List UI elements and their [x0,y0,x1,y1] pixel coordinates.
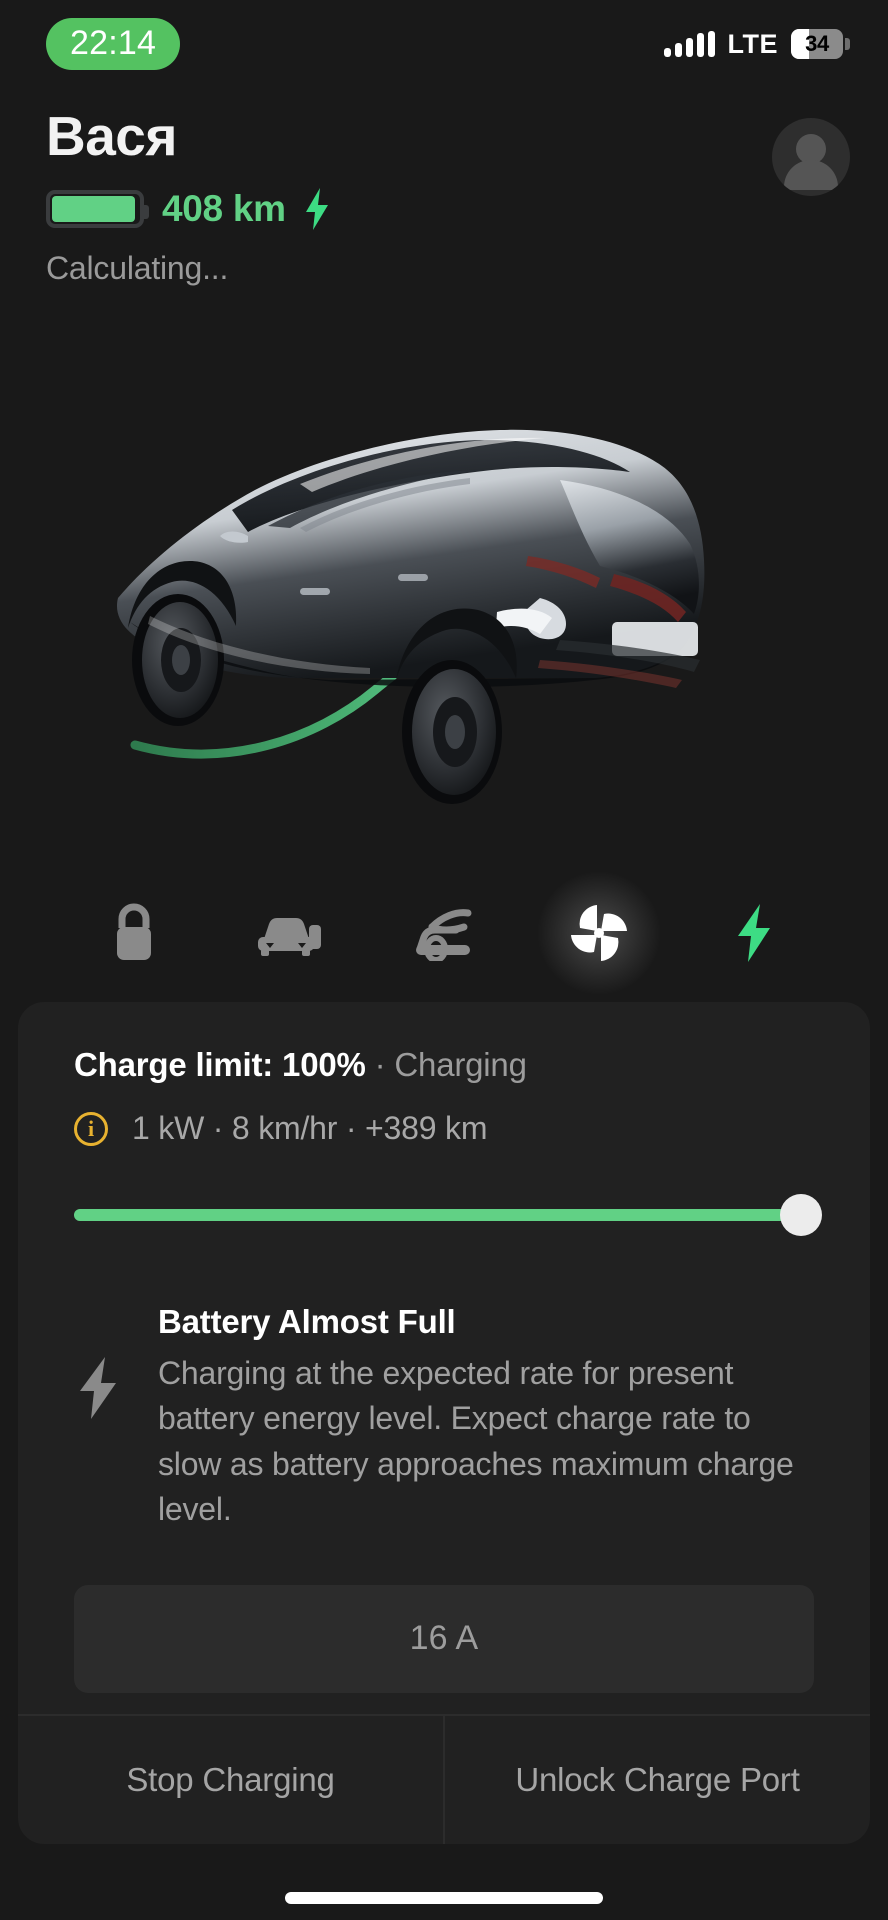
charge-stats-row: i 1 kW · 8 km/hr · +389 km [74,1110,814,1147]
charging-bolt-icon [305,187,328,230]
charge-limit-label: Charge limit: 100% [74,1046,366,1083]
charge-limit-row: Charge limit: 100% · Charging [74,1046,814,1084]
status-time: 22:14 [46,18,181,70]
frunk-button[interactable] [389,878,499,988]
quick-controls [0,872,888,994]
avatar[interactable] [772,118,850,196]
frunk-icon [415,909,472,961]
charge-message-title: Battery Almost Full [158,1303,456,1340]
battery-status-icon: 34 [791,29,843,59]
charge-limit-separator: · [374,1046,386,1083]
charge-message: Battery Almost Full Charging at the expe… [74,1303,814,1533]
charge-stats-text: 1 kW · 8 km/hr · +389 km [132,1110,488,1146]
trunk-button[interactable] [234,878,344,988]
car-trunk-icon [257,918,321,956]
lock-button[interactable] [79,878,189,988]
range-row: 408 km [46,187,842,230]
card-actions: Stop Charging Unlock Charge Port [18,1714,870,1844]
slider-thumb[interactable] [780,1194,822,1236]
amperage-stepper[interactable]: 16 A [74,1584,814,1693]
charging-card: Charge limit: 100% · Charging i 1 kW · 8… [18,1002,870,1844]
vehicle-status-text: Calculating... [46,249,229,286]
slider-fill [74,1209,814,1221]
unlock-charge-port-button[interactable]: Unlock Charge Port [443,1716,870,1844]
charge-message-body: Charging at the expected rate for presen… [158,1355,794,1528]
vehicle-header: Вася 408 km Calculating... [0,107,888,287]
charge-state-label: Charging [394,1046,527,1083]
lock-icon [116,903,151,960]
charging-button[interactable] [699,878,809,988]
status-bar: 22:14 LTE 34 [0,0,888,88]
stop-charging-button[interactable]: Stop Charging [18,1716,443,1844]
charge-limit-slider[interactable] [74,1193,822,1237]
range-value: 408 km [162,187,286,229]
home-indicator[interactable] [285,1892,603,1904]
avatar-body-icon [784,160,838,190]
battery-cap-icon [845,38,850,50]
fan-icon [571,905,628,961]
info-icon[interactable]: i [74,1111,108,1146]
vehicle-name[interactable]: Вася [46,107,842,166]
slider-track[interactable] [74,1194,822,1236]
vehicle-image [0,360,888,830]
network-type-label: LTE [727,28,778,59]
vehicle-battery-icon [46,189,149,228]
app-screen: 22:14 LTE 34 Вася 408 km Calculating... … [0,0,888,1920]
climate-button[interactable] [538,872,661,994]
battery-percent-label: 34 [805,31,829,56]
bolt-message-icon [80,1357,116,1419]
signal-strength-icon [663,31,715,57]
status-indicators: LTE 34 [663,28,850,60]
charging-bolt-control-icon [738,904,771,962]
